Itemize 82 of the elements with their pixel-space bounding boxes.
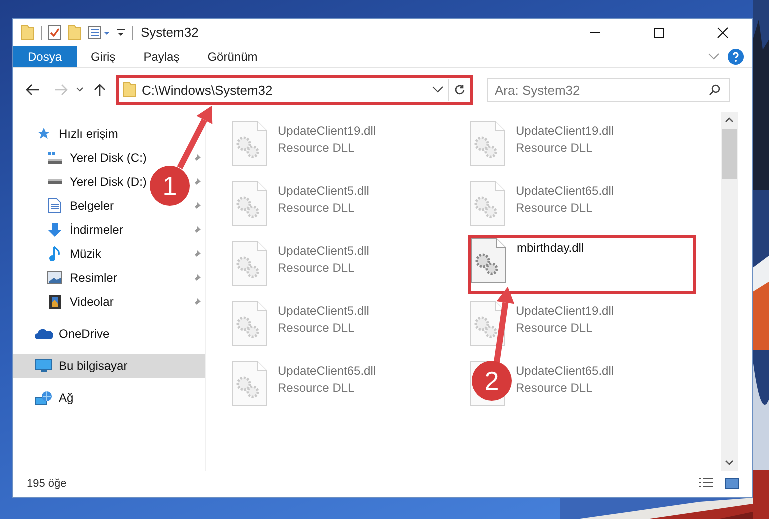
drive-icon	[47, 152, 63, 164]
large-icons-view-button[interactable]	[722, 476, 742, 492]
address-path: C:\Windows\System32	[142, 82, 274, 98]
help-icon[interactable]	[728, 48, 744, 64]
file-name[interactable]: UpdateClient19.dll	[516, 124, 614, 138]
expand-ribbon-icon[interactable]	[708, 52, 720, 60]
sidebar-item[interactable]: Hızlı erişim	[59, 127, 118, 141]
maximize-icon	[653, 26, 665, 38]
picture-icon	[47, 271, 63, 285]
file-type: Resource DLL	[516, 201, 594, 215]
file-name[interactable]: UpdateClient65.dll	[516, 364, 614, 378]
dll-file-icon	[470, 301, 506, 347]
ribbon-tab[interactable]: Giriş	[77, 46, 130, 67]
network-icon	[35, 390, 53, 406]
ribbon-tab[interactable]: Paylaş	[130, 46, 194, 67]
customize-dropdown-icon[interactable]	[116, 28, 126, 38]
minimize-icon	[589, 32, 601, 34]
thumbnail-icon	[724, 478, 740, 490]
sidebar-item[interactable]: Resimler	[70, 271, 118, 285]
file-type: Resource DLL	[278, 321, 356, 335]
dll-file-icon	[470, 121, 506, 167]
file-item[interactable]: mbirthday.dll	[468, 235, 696, 294]
file-name[interactable]: UpdateClient5.dll	[278, 304, 370, 318]
ribbon-tab[interactable]: Görünüm	[194, 46, 272, 67]
file-name[interactable]: UpdateClient65.dll	[278, 364, 376, 378]
forward-arrow-icon	[54, 84, 68, 96]
dll-file-icon	[232, 181, 268, 227]
file-type: Resource DLL	[516, 321, 594, 335]
file-type: Resource DLL	[516, 381, 594, 395]
sidebar-item[interactable]: Ağ	[59, 391, 74, 405]
up-arrow-icon	[94, 83, 106, 97]
file-type: Resource DLL	[516, 141, 594, 155]
dll-file-icon	[232, 121, 268, 167]
cloud-icon	[35, 328, 53, 340]
refresh-icon	[454, 84, 466, 96]
sidebar-item[interactable]: Belgeler	[70, 199, 114, 213]
download-arrow-icon	[48, 223, 62, 237]
checklist-icon[interactable]	[48, 24, 62, 40]
dll-file-icon	[471, 238, 507, 284]
film-icon	[48, 294, 62, 310]
music-note-icon	[49, 246, 61, 262]
file-type: Resource DLL	[278, 261, 356, 275]
file-name[interactable]: UpdateClient65.dll	[516, 184, 614, 198]
item-count: 195 öğe	[27, 478, 67, 490]
sidebar-item[interactable]: Bu bilgisayar	[13, 354, 205, 378]
address-field[interactable]: C:\Windows\System32	[116, 75, 473, 105]
sidebar-item[interactable]: Videolar	[70, 295, 114, 309]
back-arrow-icon	[26, 84, 40, 96]
caret-icon	[432, 86, 444, 94]
star-icon	[37, 127, 51, 141]
file-name: mbirthday.dll	[517, 241, 584, 255]
dll-file-icon	[470, 181, 506, 227]
sidebar-item[interactable]: OneDrive	[59, 327, 110, 341]
sidebar-item[interactable]: İndirmeler	[70, 223, 124, 237]
file-type: Resource DLL	[278, 381, 356, 395]
ribbon-tab[interactable]: Dosya	[13, 46, 78, 67]
caret-icon	[76, 87, 84, 93]
close-icon	[717, 26, 729, 38]
caret-icon	[725, 117, 734, 123]
file-type: Resource DLL	[278, 201, 356, 215]
monitor-icon	[35, 359, 53, 373]
search-field[interactable]: Ara: System32	[487, 78, 730, 102]
sidebar-item[interactable]: Yerel Disk (C:)	[70, 151, 147, 165]
file-name[interactable]: UpdateClient19.dll	[278, 124, 376, 138]
scrollbar-thumb[interactable]	[722, 129, 737, 179]
sidebar-item[interactable]: Yerel Disk (D:)	[70, 175, 147, 189]
dll-file-icon	[232, 301, 268, 347]
file-type: Resource DLL	[278, 141, 356, 155]
search-icon[interactable]	[709, 84, 721, 96]
file-name[interactable]: UpdateClient19.dll	[516, 304, 614, 318]
folder-icon	[123, 82, 137, 98]
file-name[interactable]: UpdateClient5.dll	[278, 244, 370, 258]
document-icon	[48, 198, 62, 214]
properties-icon[interactable]	[88, 26, 110, 40]
pointer-arrow	[177, 106, 213, 170]
dll-file-icon	[232, 361, 268, 407]
dll-file-icon	[232, 241, 268, 287]
window-title: System32	[141, 25, 199, 40]
drive-icon	[47, 179, 63, 185]
file-name[interactable]: UpdateClient5.dll	[278, 184, 370, 198]
sidebar-item[interactable]: Müzik	[70, 247, 102, 261]
caret-icon	[725, 460, 734, 466]
